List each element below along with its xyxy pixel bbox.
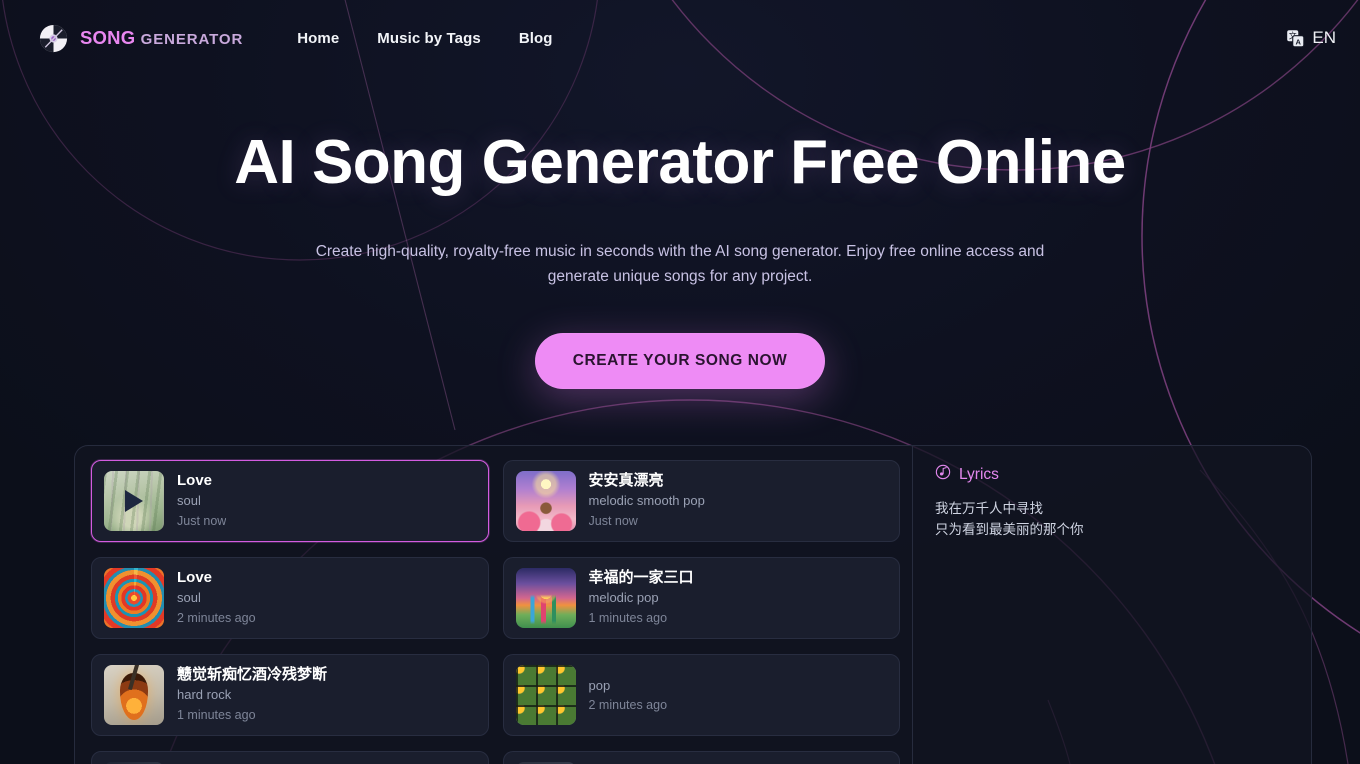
lyrics-heading: Lyrics [959, 465, 999, 483]
song-time: 1 minutes ago [588, 610, 668, 625]
song-artwork [515, 665, 576, 725]
lyrics-header: Lyrics [935, 464, 1287, 485]
song-thumbnail[interactable] [515, 568, 576, 628]
main-nav: Home Music by Tags Blog [297, 30, 552, 47]
song-thumbnail[interactable] [104, 665, 164, 725]
music-disc-icon [935, 464, 951, 485]
song-meta: 幸福的一家三口 melodic pop 1 minutes ago [589, 569, 694, 628]
song-card[interactable]: 安安真漂亮 melodic smooth pop Just now [502, 460, 900, 542]
song-time: 2 minutes ago [177, 610, 256, 625]
vinyl-disc-icon [38, 23, 69, 54]
song-card[interactable]: 幸福的一家三口 melodic pop 1 minutes ago [502, 557, 900, 639]
language-label: EN [1312, 28, 1336, 47]
song-card[interactable] [91, 751, 489, 764]
song-card[interactable]: Love soul 2 minutes ago [91, 557, 489, 639]
song-style: soul [177, 590, 201, 606]
nav-link-music-by-tags[interactable]: Music by Tags [377, 30, 481, 47]
song-thumbnail[interactable] [104, 568, 164, 628]
language-switcher[interactable]: 文 A EN [1280, 24, 1342, 52]
song-style: hard rock [177, 687, 232, 703]
song-style: pop [588, 677, 611, 693]
cta-container: CREATE YOUR SONG NOW [0, 333, 1360, 390]
translate-icon: 文 A [1286, 29, 1305, 48]
hero-section: AI Song Generator Free Online Create hig… [0, 128, 1360, 390]
song-meta: 戆觉斩痴忆酒冷残梦断 hard rock 1 minutes ago [177, 666, 327, 725]
page-title: AI Song Generator Free Online [234, 128, 1126, 197]
song-title: Love [177, 568, 213, 586]
brand-title: SONG GENERATOR [80, 27, 243, 49]
song-style: soul [177, 493, 201, 509]
song-time: 2 minutes ago [588, 698, 668, 713]
song-thumbnail[interactable] [104, 471, 164, 531]
song-style: melodic pop [588, 590, 659, 606]
song-meta: Love soul Just now [177, 472, 226, 531]
song-meta: 安安真漂亮 melodic smooth pop Just now [589, 472, 705, 531]
nav-link-home[interactable]: Home [297, 30, 339, 47]
hero-subtitle: Create high-quality, royalty-free music … [315, 243, 1045, 285]
song-artwork [515, 471, 576, 531]
song-style: melodic smooth pop [588, 493, 705, 509]
song-time: Just now [177, 513, 227, 528]
song-time: Just now [588, 513, 638, 528]
song-card[interactable]: Love soul Just now [91, 460, 489, 542]
song-title: 戆觉斩痴忆酒冷残梦断 [177, 665, 328, 683]
song-artwork [515, 568, 576, 628]
song-title: Love [177, 471, 213, 489]
song-thumbnail[interactable] [515, 665, 576, 725]
song-card[interactable]: pop 2 minutes ago [502, 654, 900, 736]
create-song-button[interactable]: CREATE YOUR SONG NOW [534, 333, 826, 390]
song-title: 幸福的一家三口 [588, 568, 694, 586]
song-artwork [104, 665, 164, 725]
song-artwork [104, 568, 164, 628]
song-card[interactable] [502, 751, 900, 764]
song-title: 安安真漂亮 [588, 471, 664, 489]
song-card[interactable]: 戆觉斩痴忆酒冷残梦断 hard rock 1 minutes ago [91, 654, 489, 736]
play-icon[interactable] [125, 490, 143, 512]
page-root: SONG GENERATOR Home Music by Tags Blog 文… [0, 0, 1360, 764]
lyrics-panel: Lyrics 我在万千人中寻找 只为看到最美丽的那个你 [912, 446, 1311, 764]
brand-name-primary: SONG [80, 27, 136, 48]
song-thumbnail[interactable] [515, 471, 576, 531]
library-panel: Love soul Just now 安安真漂亮 melodic smooth pop J… [74, 445, 1312, 764]
song-list: Love soul Just now 安安真漂亮 melodic smooth pop J… [75, 446, 912, 764]
site-header: SONG GENERATOR Home Music by Tags Blog 文… [0, 0, 1360, 76]
svg-text:A: A [1296, 37, 1302, 46]
song-time: 1 minutes ago [177, 707, 256, 722]
brand-name-secondary: GENERATOR [140, 31, 244, 48]
song-meta: pop 2 minutes ago [589, 675, 668, 715]
lyrics-text: 我在万千人中寻找 只为看到最美丽的那个你 [935, 501, 1084, 537]
song-meta: Love soul 2 minutes ago [177, 569, 256, 628]
brand-logo[interactable]: SONG GENERATOR [38, 23, 243, 54]
nav-link-blog[interactable]: Blog [519, 30, 553, 47]
